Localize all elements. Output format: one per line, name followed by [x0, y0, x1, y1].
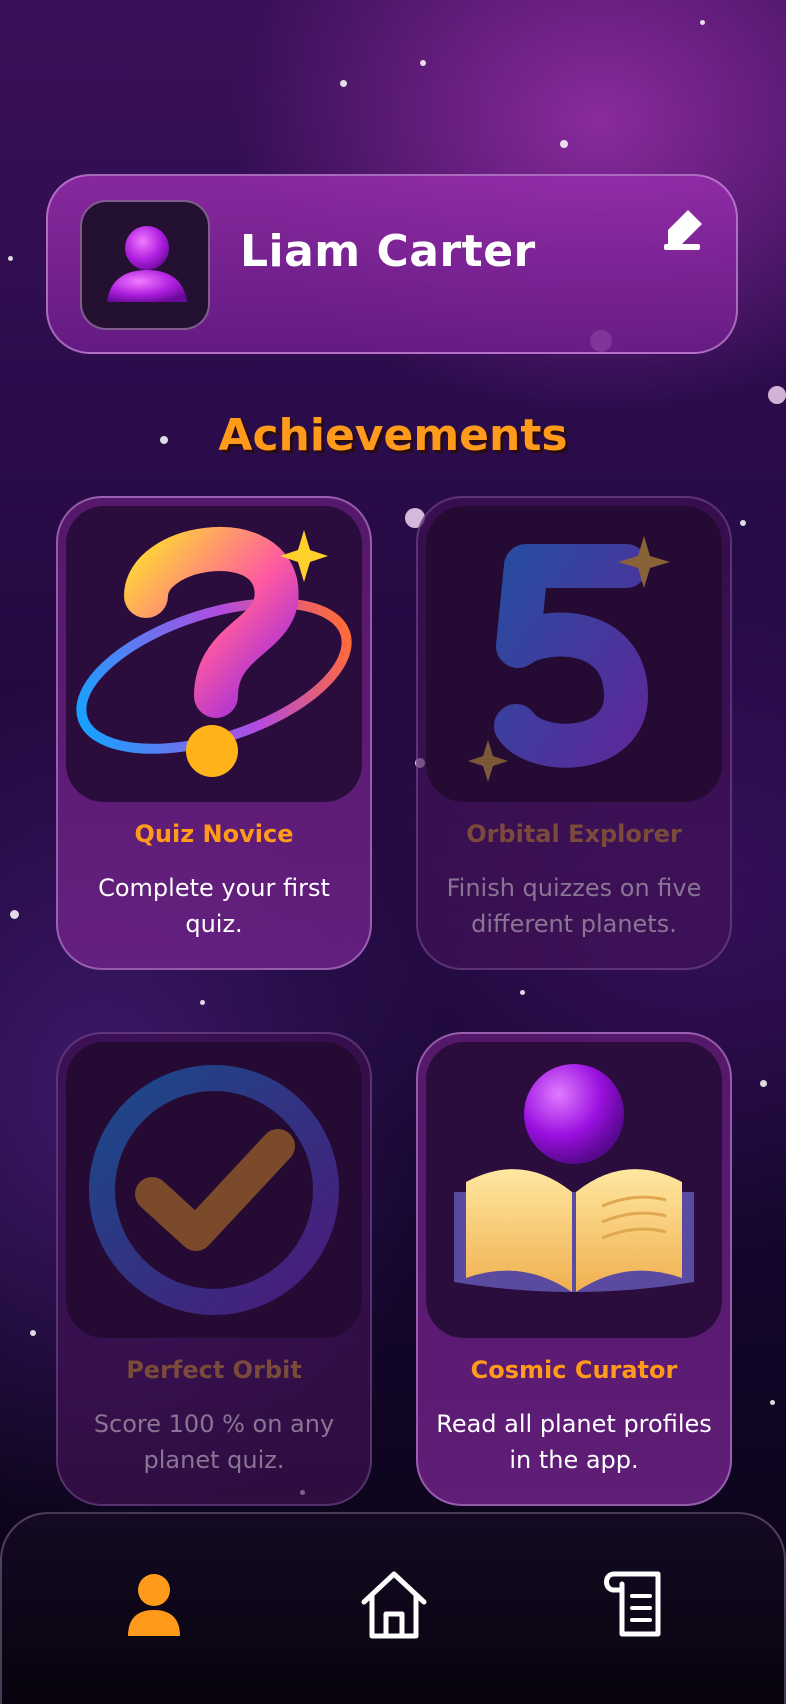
achievements-heading: Achievements — [218, 410, 568, 461]
achievement-title: Perfect Orbit — [126, 1356, 302, 1384]
bottom-navigation — [0, 1512, 786, 1704]
user-name: Liam Carter — [240, 226, 536, 277]
avatar — [80, 200, 210, 330]
nav-home-button[interactable] — [354, 1564, 434, 1644]
achievement-title: Cosmic Curator — [470, 1356, 678, 1384]
pencil-icon — [664, 210, 702, 250]
scroll-icon — [604, 1571, 661, 1637]
nav-scroll-button[interactable] — [594, 1564, 674, 1644]
achievement-description: Read all planet profiles in the app. — [436, 1410, 712, 1474]
achievement-card[interactable]: Cosmic Curator Read all planet profiles … — [416, 1032, 732, 1506]
question-orbit-icon — [66, 506, 362, 802]
achievement-card[interactable]: Quiz Novice Complete your first quiz. — [56, 496, 372, 970]
book-planet-icon — [426, 1042, 722, 1338]
profile-card: Liam Carter — [46, 174, 738, 354]
home-icon — [361, 1571, 427, 1639]
achievement-description: Complete your first quiz. — [98, 874, 330, 938]
profile-icon — [128, 1574, 180, 1636]
achievement-description: Finish quizzes on five different planets… — [446, 874, 702, 938]
edit-profile-button[interactable] — [660, 206, 706, 252]
achievement-description: Score 100 % on any planet quiz. — [93, 1410, 335, 1474]
achievement-card[interactable]: Perfect Orbit Score 100 % on any planet … — [56, 1032, 372, 1506]
achievement-title: Quiz Novice — [134, 820, 294, 848]
checkmark-ring-icon — [66, 1042, 362, 1338]
achievement-card[interactable]: Orbital Explorer Finish quizzes on five … — [416, 496, 732, 970]
nav-profile-button[interactable] — [114, 1564, 194, 1644]
number-five-icon — [426, 506, 722, 802]
user-icon — [107, 226, 187, 302]
achievement-title: Orbital Explorer — [466, 820, 682, 848]
